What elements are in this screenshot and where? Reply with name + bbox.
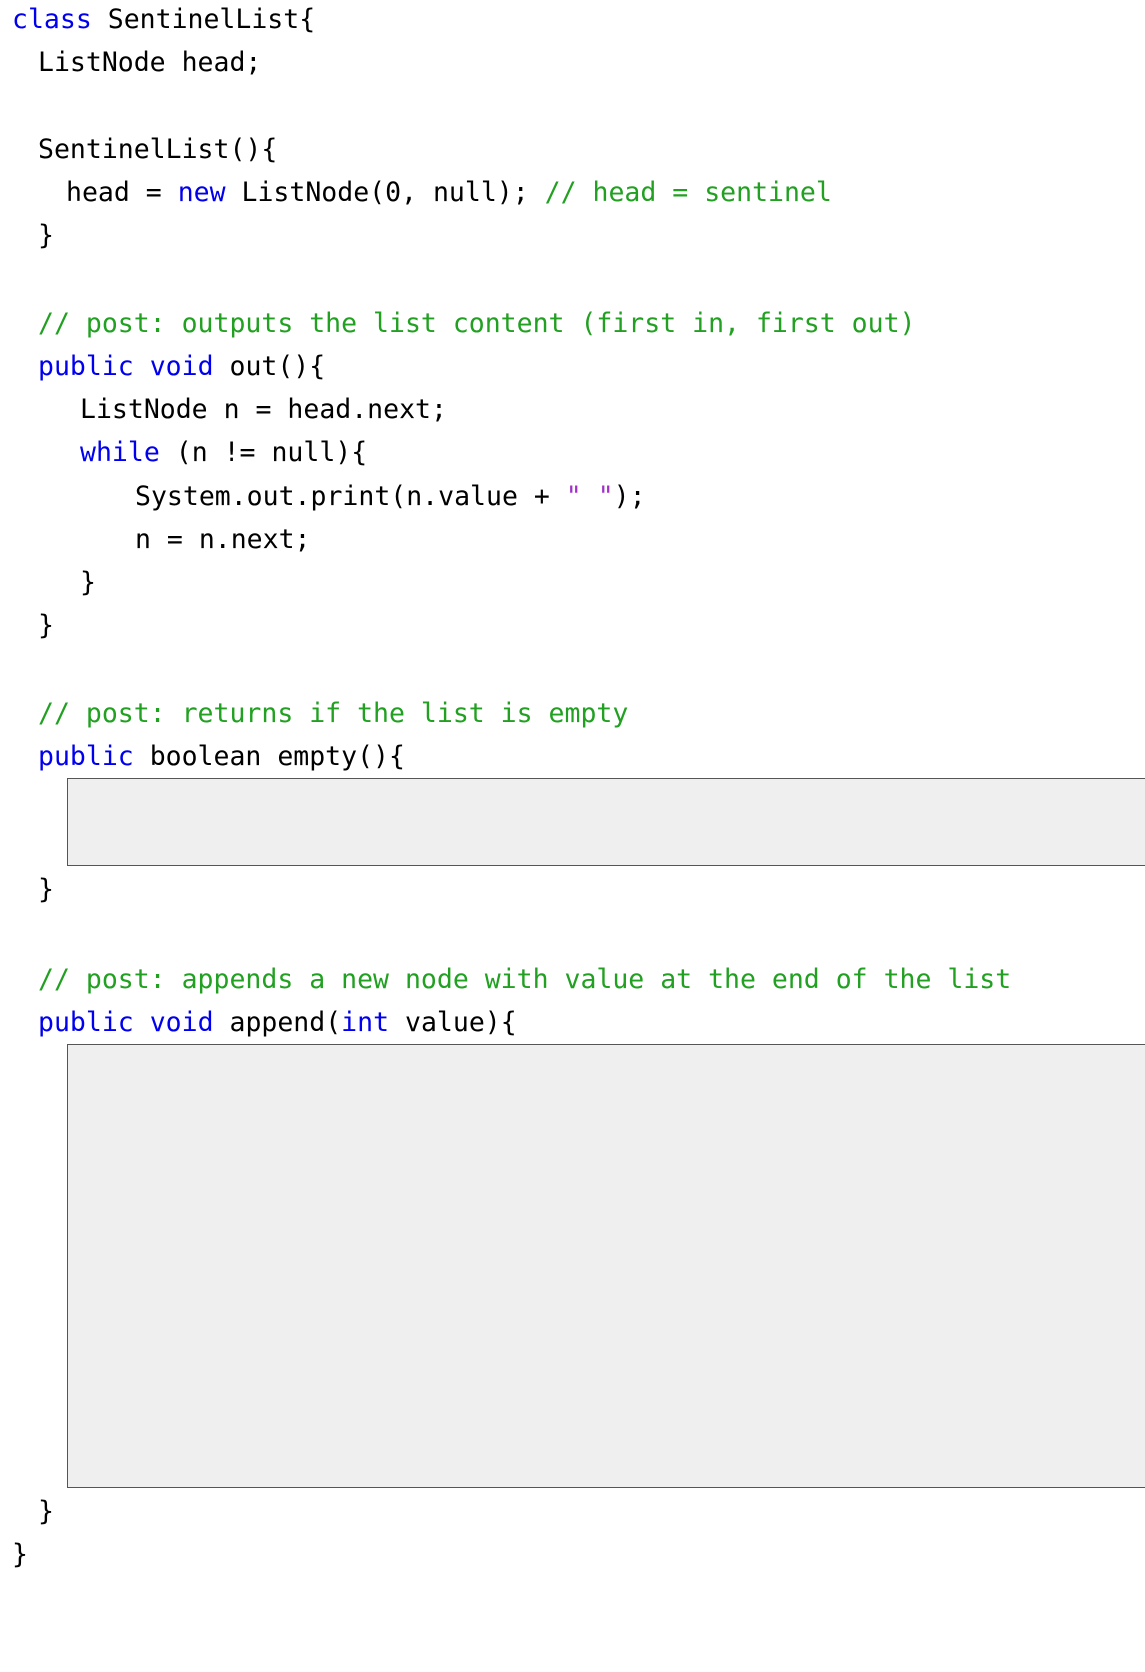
- ctor-comment: // head = sentinel: [544, 177, 832, 208]
- ctor-body-post: ListNode(0, null);: [225, 177, 545, 208]
- void-keyword: void: [149, 351, 214, 382]
- class-declaration: class SentinelList{: [12, 4, 316, 35]
- int-keyword: int: [341, 1007, 390, 1038]
- print-string-literal: " ": [565, 481, 614, 512]
- class-name: SentinelList{: [107, 4, 316, 35]
- class-keyword: class: [12, 4, 92, 35]
- void-keyword: void: [149, 1007, 214, 1038]
- empty-answer-box[interactable]: [67, 778, 1145, 866]
- out-signature: public void out(){: [38, 351, 326, 382]
- constructor-close-brace: }: [38, 220, 54, 251]
- empty-signature: public boolean empty(){: [38, 741, 405, 772]
- while-statement: while (n != null){: [80, 437, 368, 468]
- constructor-signature: SentinelList(){: [38, 134, 278, 165]
- while-close-brace: }: [80, 567, 96, 598]
- code-page: { "code": { "class_kw": "class", "class_…: [0, 0, 1145, 1672]
- append-sig-mid: append(: [213, 1007, 342, 1038]
- out-sig-rest: out(){: [213, 351, 326, 382]
- empty-close-brace: }: [38, 874, 54, 905]
- append-sig-rest: value){: [389, 1007, 517, 1038]
- advance-statement: n = n.next;: [135, 524, 311, 555]
- print-pre: System.out.print(n.value +: [135, 481, 566, 512]
- field-declaration: ListNode head;: [38, 47, 262, 78]
- out-line-1: ListNode n = head.next;: [80, 394, 447, 425]
- new-keyword: new: [177, 177, 226, 208]
- public-keyword: public: [38, 351, 134, 382]
- append-comment: // post: appends a new node with value a…: [38, 964, 1012, 995]
- append-signature: public void append(int value){: [38, 1007, 517, 1038]
- public-keyword: public: [38, 741, 134, 772]
- while-rest: (n != null){: [159, 437, 368, 468]
- print-post: );: [613, 481, 646, 512]
- print-statement: System.out.print(n.value + " ");: [135, 481, 646, 512]
- public-keyword: public: [38, 1007, 134, 1038]
- empty-sig-rest: boolean empty(){: [133, 741, 405, 772]
- append-close-brace: }: [38, 1496, 54, 1527]
- empty-comment: // post: returns if the list is empty: [38, 698, 629, 729]
- while-keyword: while: [80, 437, 160, 468]
- out-comment: // post: outputs the list content (first…: [38, 308, 916, 339]
- class-close-brace: }: [12, 1539, 28, 1570]
- out-close-brace: }: [38, 610, 54, 641]
- append-answer-box[interactable]: [67, 1044, 1145, 1488]
- constructor-body: head = new ListNode(0, null); // head = …: [66, 177, 832, 208]
- ctor-body-pre: head =: [66, 177, 178, 208]
